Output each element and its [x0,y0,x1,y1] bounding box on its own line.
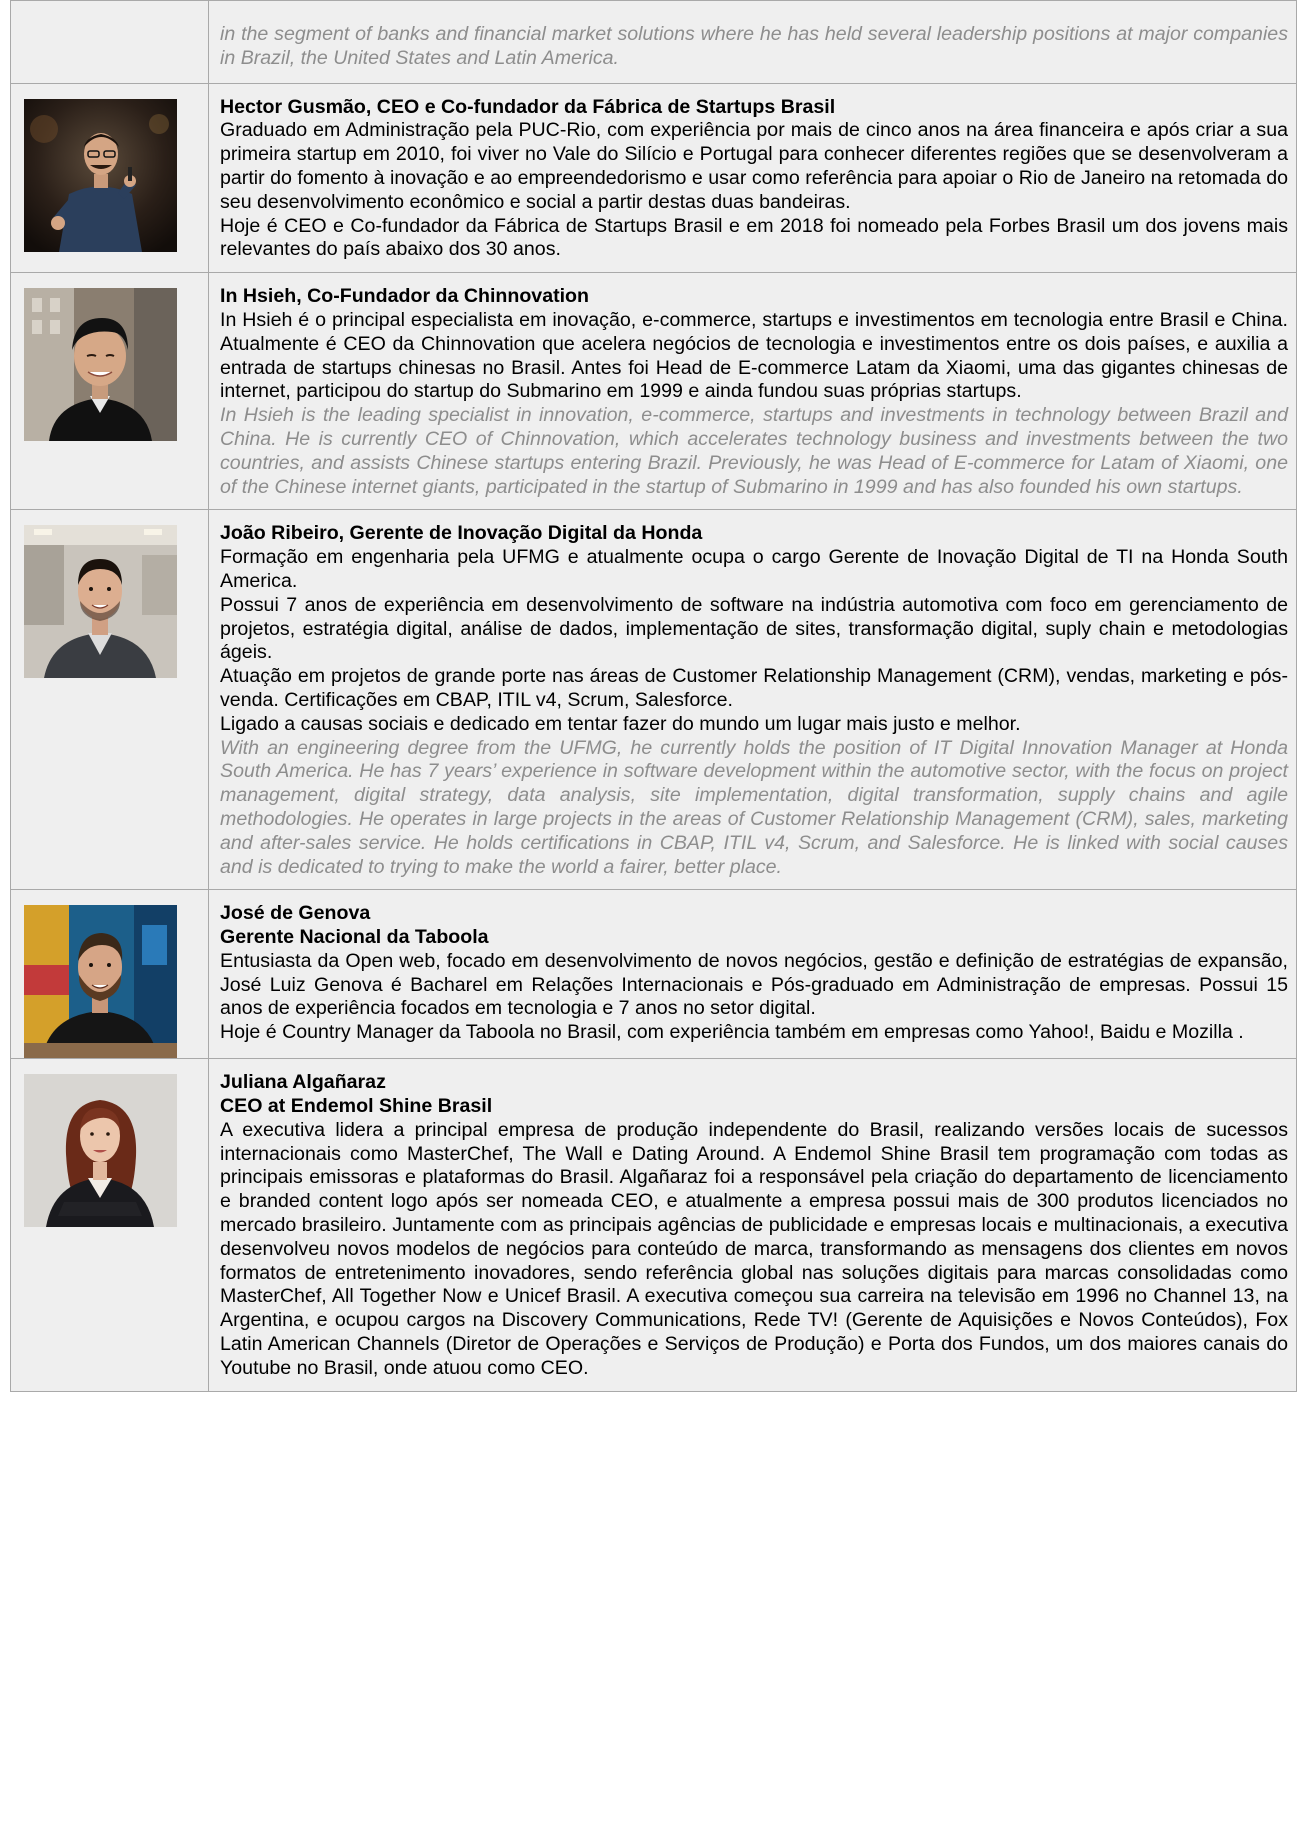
table-row-in-hsieh: In Hsieh, Co-Fundador da Chinnovation In… [10,272,1297,511]
english-translation: With an engineering degree from the UFMG… [220,736,1288,878]
bio-cell: in the segment of banks and financial ma… [208,0,1297,84]
photo-cell [10,82,209,274]
table-row-juliana-alganaraz: Juliana Algañaraz CEO at Endemol Shine B… [10,1058,1297,1392]
photo-cell [10,889,209,1060]
speaker-name: João Ribeiro, Gerente de Inovação Digita… [220,522,703,545]
person-portrait-in-hsieh [24,288,177,442]
bio-paragraph: Formação em engenharia pela UFMG e atual… [220,546,1288,592]
bio-cell: João Ribeiro, Gerente de Inovação Digita… [208,509,1297,891]
photo-cell [10,509,209,891]
speaker-name: José de Genova [220,902,371,925]
bio-paragraph: A executiva lidera a principal empresa d… [220,1118,1288,1379]
speaker-name: Hector Gusmão, CEO e Co-fundador da Fábr… [220,95,836,118]
speaker-title: CEO at Endemol Shine Brasil [220,1095,493,1118]
bio-paragraph: In Hsieh é o principal especialista em i… [220,308,1288,403]
bio-cell: In Hsieh, Co-Fundador da Chinnovation In… [208,272,1297,511]
person-portrait-hector [24,98,177,252]
english-translation: In Hsieh is the leading specialist in in… [220,404,1288,498]
bio-paragraph: Hoje é Country Manager da Taboola no Bra… [220,1021,1244,1044]
speaker-name: In Hsieh, Co-Fundador da Chinnovation [220,285,589,308]
bio-cell: José de Genova Gerente Nacional da Taboo… [208,889,1297,1060]
person-portrait-juliana-alganaraz [24,1074,177,1228]
speaker-name: Juliana Algañaraz [220,1071,386,1094]
bio-paragraph: Entusiasta da Open web, focado em desenv… [220,949,1288,1020]
bio-cell: Hector Gusmão, CEO e Co-fundador da Fábr… [208,82,1297,274]
speaker-title: Gerente Nacional da Taboola [220,926,489,949]
speakers-table: in the segment of banks and financial ma… [10,0,1297,1392]
person-portrait-joao-ribeiro [24,525,177,679]
bio-paragraph: Ligado a causas sociais e dedicado em te… [220,712,1021,735]
bio-cell: Juliana Algañaraz CEO at Endemol Shine B… [208,1058,1297,1392]
table-row-joao-ribeiro: João Ribeiro, Gerente de Inovação Digita… [10,509,1297,891]
bio-paragraph: Atuação em projetos de grande porte nas … [220,665,1288,711]
bio-paragraph: Possui 7 anos de experiência em desenvol… [220,593,1288,664]
table-row-jose-de-genova: José de Genova Gerente Nacional da Taboo… [10,889,1297,1060]
document-page: in the segment of banks and financial ma… [10,0,1297,1392]
person-portrait-jose-de-genova [24,905,177,1059]
photo-cell [10,1058,209,1392]
empty-photo-cell [10,0,209,84]
bio-paragraph: Hoje é CEO e Co-fundador da Fábrica de S… [220,214,1288,261]
photo-cell [10,272,209,511]
bio-paragraph: Graduado em Administração pela PUC-Rio, … [220,119,1288,213]
table-row-hector: Hector Gusmão, CEO e Co-fundador da Fábr… [10,82,1297,274]
english-translation: in the segment of banks and financial ma… [220,23,1288,69]
table-row-continued: in the segment of banks and financial ma… [10,0,1297,84]
